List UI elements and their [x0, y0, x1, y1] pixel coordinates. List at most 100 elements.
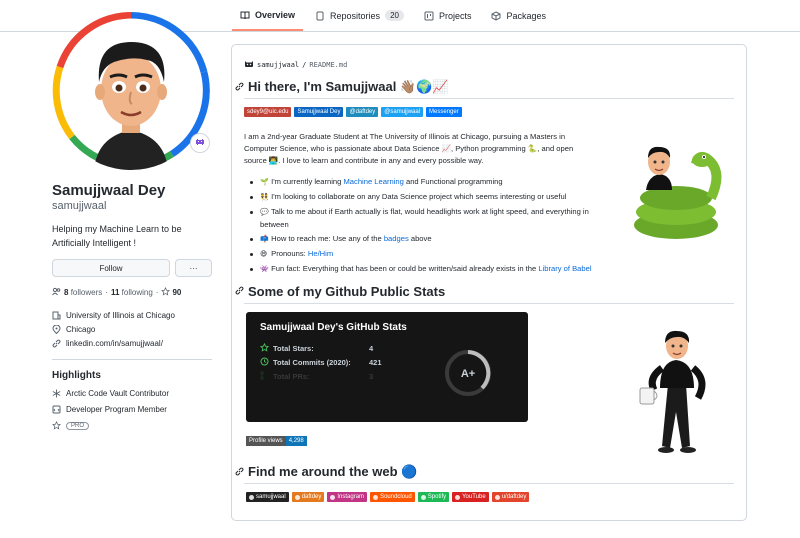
- tab-packages[interactable]: Packages: [483, 0, 554, 31]
- contact-badges: sdey9@uic.edu Samujjwaal Dey @daftdey @samu…: [244, 107, 462, 117]
- bullet-emoji: 👾: [260, 266, 269, 273]
- tab-label: Packages: [506, 10, 547, 21]
- bullet-link[interactable]: badges: [384, 234, 409, 243]
- social-logo-icon: [420, 494, 426, 500]
- contact-badge[interactable]: sdey9@uic.edu: [244, 107, 292, 117]
- followers-count: 8: [64, 288, 69, 297]
- bullet-text: Pronouns:: [271, 249, 308, 258]
- tab-overview[interactable]: Overview: [232, 0, 304, 31]
- highlight-item: PRO: [52, 421, 90, 430]
- stats-row: Total Stars: 4: [259, 342, 374, 354]
- pro-badge: PRO: [66, 421, 90, 430]
- star-icon: [52, 421, 61, 430]
- badge-label: @daftdey: [349, 109, 376, 115]
- kebab-icon: ···: [189, 263, 198, 273]
- readme-path-file: README.md: [309, 60, 348, 69]
- contact-badge[interactable]: @daftdey: [346, 107, 379, 117]
- list-item: 😄 Pronouns: He/Him: [248, 248, 608, 261]
- bullet-text: I'm looking to collaborate on any Data S…: [271, 192, 567, 201]
- bullet-emoji: 💬: [260, 209, 269, 216]
- profile-full-name: Samujjwaal Dey: [52, 182, 166, 199]
- bullet-text: above: [408, 234, 432, 243]
- social-badge[interactable]: u/daftdey: [491, 492, 530, 502]
- social-logo-icon: [294, 494, 300, 500]
- bullet-link[interactable]: Library of Babel: [538, 264, 591, 273]
- highlights-title: Highlights: [52, 370, 101, 381]
- social-badge[interactable]: Instagram: [327, 492, 368, 502]
- history-icon: [260, 357, 269, 368]
- social-badge[interactable]: Soundcloud: [370, 492, 415, 502]
- social-logo-icon: [249, 494, 254, 500]
- list-item: 📫 How to reach me: Use any of the badges…: [248, 233, 608, 246]
- badge-label: @samujjwaal: [384, 109, 421, 115]
- avatar[interactable]: [52, 12, 210, 170]
- readme-heading-text: Hi there, I'm Samujjwaal 👋🏽🌍📈: [248, 79, 449, 94]
- list-item: 💬 Talk to me about if Earth actually is …: [248, 206, 608, 231]
- readme-path-user[interactable]: samujjwaal: [257, 61, 299, 69]
- badge-label: Soundcloud: [380, 494, 412, 500]
- organization-text: University of Illinois at Chicago: [66, 311, 175, 320]
- badge-label: Instagram: [337, 494, 365, 500]
- following-label: following: [121, 288, 153, 297]
- stars-count: 90: [172, 288, 182, 297]
- followers-label: followers: [70, 288, 103, 297]
- sidebar-divider: [52, 359, 212, 360]
- bullet-link[interactable]: He/Him: [308, 249, 333, 258]
- grade-ring: A+: [444, 349, 492, 397]
- social-badge[interactable]: Spotify: [417, 492, 450, 502]
- dot-separator: ·: [155, 288, 159, 297]
- social-badge[interactable]: samujjwaal: [246, 492, 289, 502]
- bullet-link[interactable]: Machine Learning: [343, 177, 403, 186]
- social-logo-icon: [455, 494, 461, 500]
- profile-website[interactable]: linkedin.com/in/samujjwaal/: [52, 339, 163, 348]
- social-badges: samujjwaal daftdey Instagram Soundcloud Spot…: [246, 492, 530, 502]
- bullet-emoji: 👯: [260, 194, 269, 201]
- contact-badge[interactable]: Messenger: [426, 107, 462, 117]
- contact-badge[interactable]: Samujjwaal Dey: [294, 107, 344, 117]
- social-logo-icon: [330, 494, 336, 500]
- star-icon: [259, 342, 270, 354]
- repo-icon: [315, 11, 325, 21]
- stats-value: 4: [369, 344, 374, 353]
- stats-label: Total Commits (2020):: [273, 358, 351, 367]
- heading-divider: [244, 483, 734, 484]
- following-link[interactable]: 11 following: [111, 288, 153, 297]
- social-badge[interactable]: daftdey: [291, 492, 325, 502]
- bullet-emoji: 📫: [260, 236, 269, 243]
- pull-request-icon: [260, 371, 269, 382]
- anchor-link-icon[interactable]: [235, 82, 244, 93]
- stats-heading-text: Some of my Github Public Stats: [248, 284, 446, 299]
- readme-heading: Hi there, I'm Samujjwaal 👋🏽🌍📈: [235, 79, 448, 95]
- contact-badge[interactable]: @samujjwaal: [381, 107, 424, 117]
- follow-button[interactable]: Follow: [52, 259, 170, 277]
- more-options-button[interactable]: ···: [175, 259, 212, 277]
- social-badge[interactable]: YouTube: [452, 492, 489, 502]
- tab-repositories[interactable]: Repositories 20: [307, 0, 412, 31]
- tab-projects[interactable]: Projects: [416, 0, 480, 31]
- bullet-text: Talk to me about if Earth actually is fl…: [260, 207, 589, 229]
- tab-label: Repositories: [330, 10, 381, 21]
- followers-link[interactable]: 8 followers: [64, 288, 102, 297]
- readme-path-separator: /: [302, 60, 307, 69]
- anchor-link-icon[interactable]: [235, 467, 244, 478]
- social-logo-icon: [494, 494, 500, 500]
- stats-label: Total PRs:: [273, 372, 310, 381]
- badge-label: YouTube: [462, 494, 486, 500]
- website-link[interactable]: linkedin.com/in/samujjwaal/: [66, 339, 163, 348]
- bullet-text: I'm currently learning: [271, 177, 344, 186]
- status-emoji-button[interactable]: [190, 133, 210, 153]
- stars-link[interactable]: 90: [161, 287, 181, 298]
- tab-label: Overview: [255, 9, 296, 20]
- profile-bio: Helping my Machine Learn to be Artificia…: [52, 224, 182, 248]
- star-icon: [161, 287, 171, 298]
- dot-separator: ·: [105, 288, 108, 297]
- bullet-emoji: 🌱: [260, 179, 269, 186]
- bullet-text: Fun fact: Everything that has been or co…: [271, 264, 539, 273]
- anchor-link-icon[interactable]: [235, 286, 244, 297]
- web-heading-text: Find me around the web 🔵: [248, 464, 418, 479]
- highlight-label: Arctic Code Vault Contributor: [66, 389, 170, 398]
- badge-label: sdey9@uic.edu: [247, 109, 289, 115]
- highlight-item: Developer Program Member: [52, 405, 167, 414]
- readme-bullet-list: 🌱 I'm currently learning Machine Learnin…: [248, 176, 608, 278]
- book-icon: [240, 10, 250, 20]
